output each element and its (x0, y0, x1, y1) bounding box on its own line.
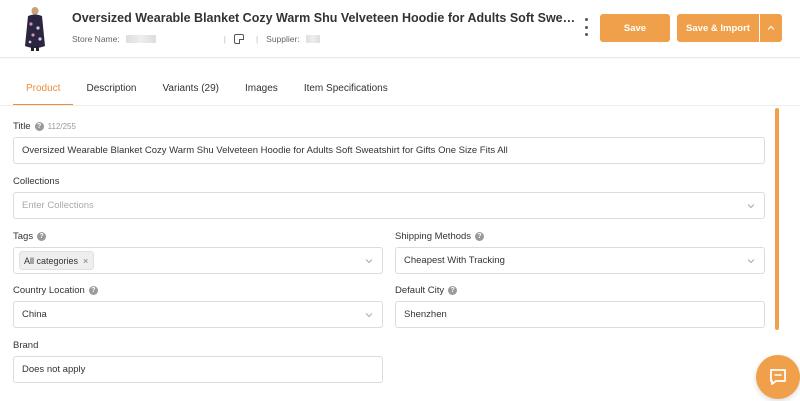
collections-label-row: Collections (13, 176, 59, 187)
country-location-value: China (22, 309, 47, 320)
supplier-redacted (305, 35, 320, 43)
country-location-select[interactable]: China (13, 301, 383, 328)
tab-description[interactable]: Description (73, 72, 149, 106)
help-icon[interactable]: ? (448, 286, 458, 295)
tags-select[interactable]: All categories × (13, 247, 383, 274)
tags-label: Tags (13, 231, 34, 242)
tab-bar: Product Description Variants (29) Images… (13, 72, 401, 106)
country-location-label-row: Country Location ? (13, 285, 98, 296)
help-icon[interactable]: ? (37, 232, 47, 241)
store-name-redacted (125, 35, 156, 43)
product-meta: Store Name: | | Supplier: (72, 34, 320, 44)
shipping-methods-label: Shipping Methods (395, 231, 472, 242)
chevron-down-icon (365, 313, 373, 318)
default-city-label: Default City (395, 285, 445, 296)
chevron-down-icon (747, 204, 755, 209)
product-header: Oversized Wearable Blanket Cozy Warm Shu… (0, 0, 800, 58)
collections-select[interactable]: Enter Collections (13, 192, 765, 219)
title-char-count: 112/255 (47, 122, 76, 131)
shipping-methods-value: Cheapest With Tracking (404, 255, 505, 266)
title-input[interactable]: Oversized Wearable Blanket Cozy Warm Shu… (13, 137, 765, 164)
tab-variants[interactable]: Variants (29) (150, 72, 233, 106)
note-icon[interactable] (233, 34, 244, 44)
more-options-icon[interactable] (583, 16, 589, 38)
save-button[interactable]: Save (600, 14, 670, 42)
shipping-methods-label-row: Shipping Methods ? (395, 231, 485, 242)
tab-item-specifications[interactable]: Item Specifications (291, 72, 401, 106)
collections-label: Collections (13, 176, 60, 187)
supplier-label: Supplier: (266, 34, 300, 44)
shipping-methods-select[interactable]: Cheapest With Tracking (395, 247, 765, 274)
tab-product[interactable]: Product (13, 72, 74, 106)
close-icon[interactable]: × (83, 256, 88, 266)
chat-button[interactable] (756, 355, 800, 399)
chat-icon (770, 369, 786, 385)
country-location-label: Country Location (13, 285, 85, 296)
chevron-down-icon (747, 259, 755, 264)
chevron-down-icon (365, 259, 373, 264)
tag-chip: All categories × (19, 251, 95, 270)
product-title: Oversized Wearable Blanket Cozy Warm Shu… (72, 11, 580, 25)
tabs-divider (0, 105, 800, 106)
scrollbar[interactable] (775, 108, 779, 330)
store-name-label: Store Name: (72, 34, 120, 44)
save-import-button[interactable]: Save & Import (677, 14, 759, 42)
save-import-dropdown-button[interactable] (760, 14, 782, 42)
brand-label: Brand (13, 340, 39, 351)
help-icon[interactable]: ? (88, 286, 98, 295)
tag-chip-label: All categories (24, 255, 79, 266)
help-icon[interactable]: ? (475, 232, 485, 241)
tab-images[interactable]: Images (232, 72, 291, 106)
default-city-input[interactable]: Shenzhen (395, 301, 765, 328)
divider: | (255, 34, 259, 44)
chevron-up-icon (767, 25, 775, 30)
help-icon[interactable]: ? (34, 122, 44, 131)
title-label: Title (13, 121, 31, 132)
product-thumbnail (25, 7, 45, 51)
title-label-row: Title ? 112/255 (13, 121, 76, 132)
brand-input[interactable]: Does not apply (13, 356, 383, 383)
tags-label-row: Tags ? (13, 231, 47, 242)
brand-label-row: Brand (13, 340, 38, 351)
divider: | (223, 34, 226, 44)
collections-placeholder: Enter Collections (22, 200, 94, 211)
default-city-label-row: Default City ? (395, 285, 458, 296)
